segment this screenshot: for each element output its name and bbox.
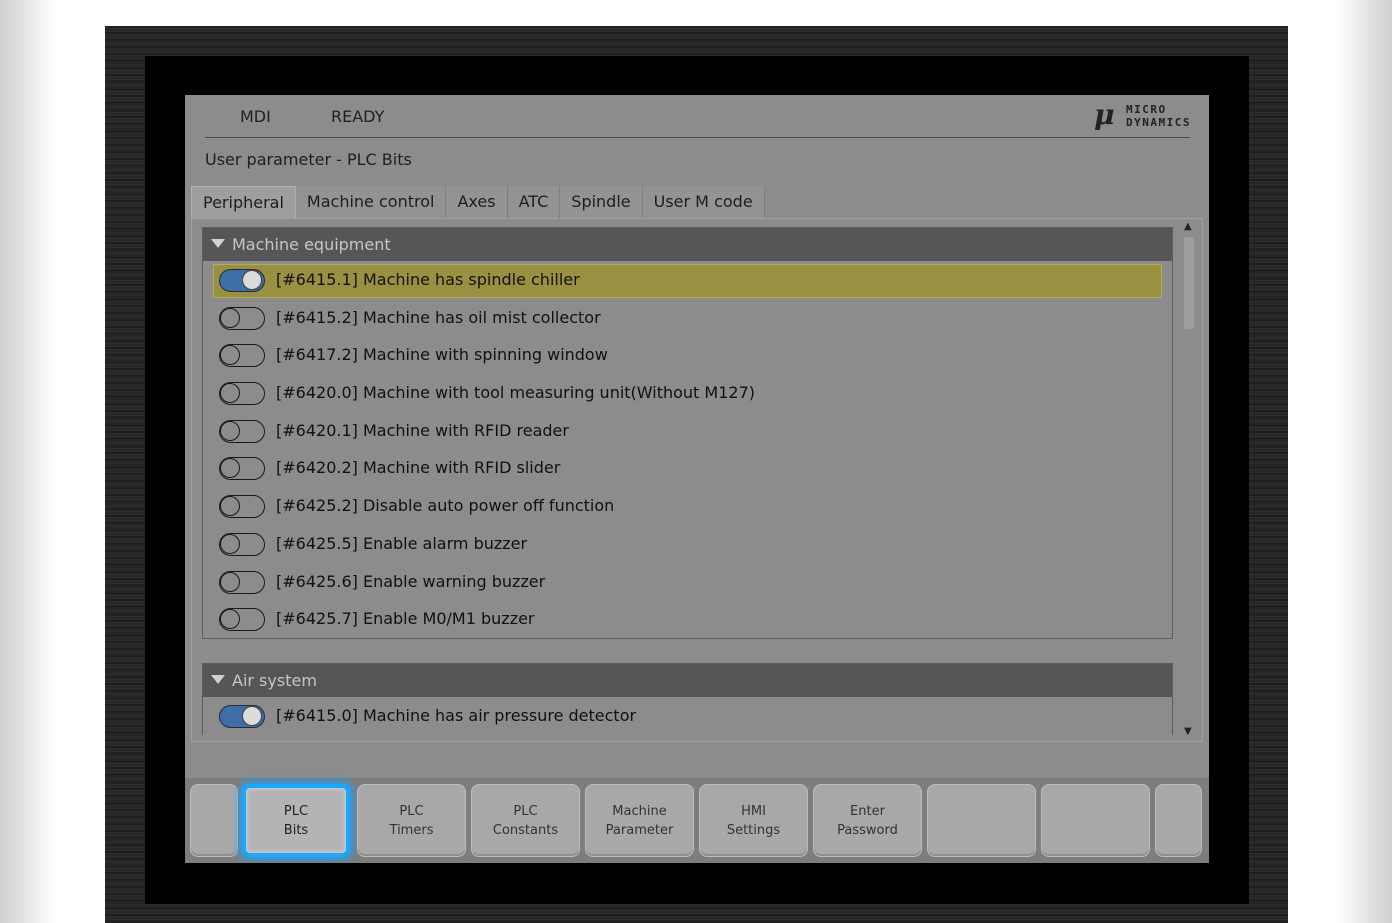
softkey-line-2: Constants bbox=[492, 822, 559, 838]
softkey-blank-right[interactable] bbox=[1155, 784, 1202, 857]
toggle-switch[interactable] bbox=[219, 570, 265, 594]
tab-spindle[interactable]: Spindle bbox=[560, 186, 643, 218]
param-label: [#6415.1] Machine has spindle chiller bbox=[276, 270, 580, 289]
toggle-knob bbox=[242, 270, 262, 290]
param-row-6420-1[interactable]: [#6420.1] Machine with RFID reader bbox=[203, 412, 1172, 450]
logo-line-1: MICRO bbox=[1126, 103, 1167, 116]
param-label: [#6417.2] Machine with spinning window bbox=[276, 345, 608, 365]
param-label: [#6425.2] Disable auto power off functio… bbox=[276, 496, 615, 516]
group-header-air-system[interactable]: Air system bbox=[203, 664, 1172, 697]
tab-peripheral[interactable]: Peripheral bbox=[191, 186, 296, 218]
tab-atc[interactable]: ATC bbox=[507, 186, 561, 218]
toggle-switch[interactable] bbox=[219, 457, 265, 481]
toggle-switch[interactable] bbox=[219, 532, 265, 556]
param-label: [#6420.2] Machine with RFID slider bbox=[276, 458, 561, 478]
param-label: [#6420.0] Machine with tool measuring un… bbox=[276, 383, 755, 403]
toggle-switch[interactable] bbox=[219, 608, 265, 632]
toggle-knob bbox=[220, 609, 240, 630]
logo-symbol: μ bbox=[1094, 98, 1115, 131]
group-air-system: Air system [#6415.0] Machine has air pre… bbox=[202, 663, 1173, 735]
softkey-line-2: Parameter bbox=[605, 822, 674, 838]
tab-machine-control[interactable]: Machine control bbox=[295, 186, 447, 218]
softkey-line-1: Enter bbox=[850, 803, 885, 819]
param-row-6415-0[interactable]: [#6415.0] Machine has air pressure detec… bbox=[203, 697, 1172, 735]
softkey-plc-constants[interactable]: PLC Constants bbox=[471, 784, 580, 857]
scroll-down-arrow-icon[interactable]: ▼ bbox=[1184, 726, 1192, 737]
param-label: [#6420.1] Machine with RFID reader bbox=[276, 420, 569, 440]
tab-bar: Peripheral Machine control Axes ATC Spin… bbox=[191, 186, 765, 218]
tab-user-m-code[interactable]: User M code bbox=[642, 186, 765, 218]
group-machine-equipment: Machine equipment [#6415.1] Machine has … bbox=[202, 227, 1173, 639]
toggle-switch[interactable] bbox=[219, 705, 265, 728]
page-title: User parameter - PLC Bits bbox=[205, 150, 412, 169]
toggle-knob bbox=[220, 345, 240, 366]
machine-state: READY bbox=[331, 107, 385, 126]
param-label: [#6415.2] Machine has oil mist collector bbox=[276, 307, 601, 327]
group-header-machine-equipment[interactable]: Machine equipment bbox=[203, 228, 1172, 261]
param-row-6425-5[interactable]: [#6425.5] Enable alarm buzzer bbox=[203, 525, 1172, 563]
toggle-knob bbox=[242, 706, 262, 726]
softkey-line-2: Bits bbox=[283, 822, 309, 838]
toggle-knob bbox=[220, 533, 240, 554]
param-label: [#6425.5] Enable alarm buzzer bbox=[276, 533, 528, 553]
softkey-line-1: Machine bbox=[612, 803, 667, 819]
toggle-switch[interactable] bbox=[219, 382, 265, 406]
tab-axes[interactable]: Axes bbox=[446, 186, 508, 218]
group-title: Machine equipment bbox=[232, 235, 391, 254]
toggle-switch[interactable] bbox=[219, 495, 265, 519]
micro-dynamics-logo: μ MICRO DYNAMICS bbox=[1094, 98, 1191, 131]
toggle-switch[interactable] bbox=[219, 269, 265, 292]
param-row-6425-7[interactable]: [#6425.7] Enable M0/M1 buzzer bbox=[203, 600, 1172, 638]
status-bar: MDI READY μ MICRO DYNAMICS bbox=[205, 95, 1190, 138]
param-label: [#6425.7] Enable M0/M1 buzzer bbox=[276, 609, 535, 629]
scrollbar-thumb[interactable] bbox=[1184, 237, 1194, 329]
softkey-machine-parameter[interactable]: Machine Parameter bbox=[585, 784, 694, 857]
softkey-line-1: PLC bbox=[399, 803, 424, 819]
toggle-knob bbox=[220, 458, 240, 479]
toggle-knob bbox=[220, 383, 240, 404]
hmi-screen: MDI READY μ MICRO DYNAMICS User paramete… bbox=[185, 95, 1209, 863]
group-title: Air system bbox=[232, 671, 317, 690]
softkey-line-2: Password bbox=[837, 822, 898, 838]
softkey-enter-password[interactable]: Enter Password bbox=[813, 784, 922, 857]
softkey-blank-left[interactable] bbox=[190, 784, 238, 857]
param-row-6425-2[interactable]: [#6425.2] Disable auto power off functio… bbox=[203, 487, 1172, 525]
param-row-6415-2[interactable]: [#6415.2] Machine has oil mist collector bbox=[203, 299, 1172, 337]
param-label: [#6425.6] Enable warning buzzer bbox=[276, 571, 546, 591]
operation-mode: MDI bbox=[240, 107, 271, 126]
toggle-knob bbox=[220, 420, 240, 441]
softkey-bar: PLC Bits PLC Timers PLC Constants Machine Pa… bbox=[185, 778, 1209, 863]
softkey-blank-8[interactable] bbox=[927, 784, 1036, 857]
softkey-plc-bits[interactable]: PLC Bits bbox=[242, 784, 350, 857]
softkey-line-1: PLC bbox=[513, 803, 538, 819]
vertical-scrollbar[interactable]: ▲ ▼ bbox=[1182, 221, 1196, 739]
toggle-knob bbox=[220, 496, 240, 517]
logo-text: MICRO DYNAMICS bbox=[1126, 103, 1191, 129]
toggle-switch[interactable] bbox=[219, 306, 265, 330]
toggle-switch[interactable] bbox=[219, 419, 265, 443]
toggle-knob bbox=[220, 571, 240, 592]
param-row-6420-2[interactable]: [#6420.2] Machine with RFID slider bbox=[203, 449, 1172, 487]
param-row-6415-1[interactable]: [#6415.1] Machine has spindle chiller bbox=[203, 261, 1172, 299]
toggle-knob bbox=[220, 307, 240, 328]
parameter-list-panel: Machine equipment [#6415.1] Machine has … bbox=[191, 218, 1203, 742]
toggle-switch[interactable] bbox=[219, 344, 265, 368]
param-row-6425-6[interactable]: [#6425.6] Enable warning buzzer bbox=[203, 563, 1172, 601]
softkey-line-1: PLC bbox=[283, 803, 309, 819]
softkey-blank-9[interactable] bbox=[1041, 784, 1150, 857]
softkey-hmi-settings[interactable]: HMI Settings bbox=[699, 784, 808, 857]
logo-line-2: DYNAMICS bbox=[1126, 116, 1191, 129]
collapse-triangle-icon bbox=[211, 239, 225, 248]
softkey-line-1: HMI bbox=[741, 803, 766, 819]
param-label: [#6415.0] Machine has air pressure detec… bbox=[276, 706, 637, 725]
softkey-line-2: Settings bbox=[726, 822, 781, 838]
scroll-up-arrow-icon[interactable]: ▲ bbox=[1184, 221, 1192, 232]
softkey-plc-timers[interactable]: PLC Timers bbox=[357, 784, 466, 857]
collapse-triangle-icon bbox=[211, 675, 225, 684]
param-row-6420-0[interactable]: [#6420.0] Machine with tool measuring un… bbox=[203, 374, 1172, 412]
softkey-line-2: Timers bbox=[389, 822, 434, 838]
param-row-6417-2[interactable]: [#6417.2] Machine with spinning window bbox=[203, 336, 1172, 374]
